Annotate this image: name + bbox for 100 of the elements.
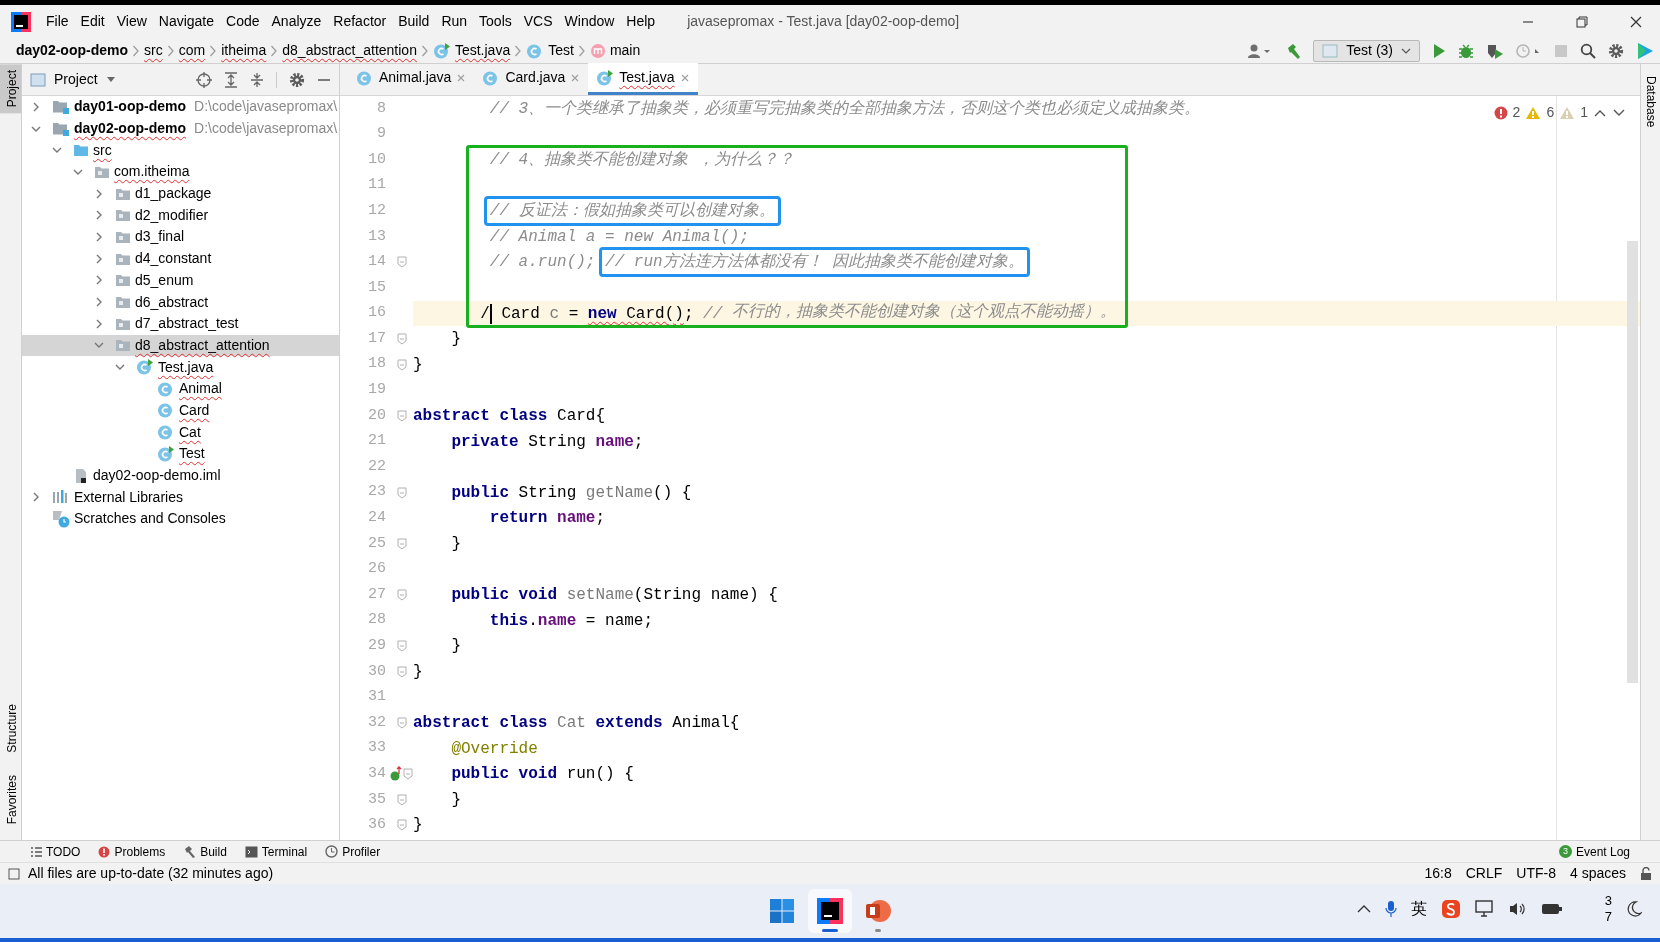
chevron-icon: [514, 43, 523, 58]
menu-item[interactable]: Refactor: [327, 11, 393, 32]
caret-position[interactable]: 16:8: [1424, 863, 1452, 884]
class-icon: [157, 402, 175, 419]
status-message: All files are up-to-date (32 minutes ago): [28, 864, 274, 883]
tree-item[interactable]: src: [22, 139, 339, 162]
tree-item[interactable]: d4_constant: [22, 247, 339, 270]
search-icon[interactable]: [1580, 42, 1596, 59]
line-separator[interactable]: CRLF: [1465, 863, 1503, 884]
line-number: 13: [367, 226, 387, 247]
tree-item[interactable]: d8_abstract_attention: [22, 334, 339, 357]
breadcrumb[interactable]: main: [589, 40, 641, 61]
menu-item[interactable]: View: [110, 11, 153, 32]
view-selector[interactable]: Project: [30, 69, 116, 90]
locate-icon[interactable]: [196, 71, 212, 88]
editor-tab[interactable]: Animal.java: [348, 63, 475, 95]
tree-item[interactable]: day01-oop-demo D:\code\javasepromax\: [22, 96, 339, 118]
tree-item[interactable]: Animal: [22, 377, 339, 400]
coverage-icon[interactable]: [1486, 42, 1504, 59]
tree-item[interactable]: d6_abstract: [22, 291, 339, 313]
override-icon[interactable]: [390, 766, 402, 783]
breadcrumb[interactable]: src: [144, 40, 163, 61]
run-configuration-dropdown[interactable]: Test (3): [1313, 39, 1420, 62]
tree-item[interactable]: com.itheima: [22, 161, 339, 183]
tool-window-button[interactable]: TODO: [30, 842, 81, 861]
expand-all-icon[interactable]: [224, 71, 238, 88]
chevron-down-icon[interactable]: [1612, 107, 1626, 118]
input-method-indicator[interactable]: 英: [1410, 897, 1427, 921]
menu-item[interactable]: Code: [220, 11, 266, 32]
chevron-icon: [166, 43, 175, 58]
tool-window-button[interactable]: Profiler: [325, 842, 381, 861]
line-number: 27: [367, 584, 387, 605]
plugin-logo-icon[interactable]: [1636, 41, 1654, 60]
tree-item[interactable]: d3_final: [22, 226, 339, 248]
menu-item[interactable]: Window: [558, 11, 621, 32]
scrollbar-thumb[interactable]: [1627, 241, 1638, 683]
tree-item[interactable]: External Libraries: [22, 486, 339, 509]
breadcrumb[interactable]: itheima: [221, 40, 267, 61]
tree-item[interactable]: Test.java: [22, 356, 339, 378]
line-number: 29: [367, 636, 387, 656]
restore-icon[interactable]: [1576, 15, 1588, 28]
tool-window-button[interactable]: Build: [183, 842, 227, 861]
bug-icon[interactable]: [1458, 42, 1474, 59]
indent-setting[interactable]: 4 spaces: [1569, 863, 1626, 884]
breadcrumb[interactable]: d8_abstract_attention: [282, 40, 417, 61]
event-log-button[interactable]: 3 Event Log: [1558, 842, 1630, 861]
chevron-up-icon[interactable]: [1356, 904, 1371, 914]
menu-item[interactable]: Build: [392, 11, 436, 32]
runnable-class-icon: [157, 445, 175, 462]
moon-icon[interactable]: [1626, 901, 1642, 917]
tool-window-tab[interactable]: Project: [0, 64, 21, 114]
runnable-class-icon: [136, 359, 154, 376]
collapse-all-icon[interactable]: [250, 71, 264, 88]
menu-item[interactable]: Help: [620, 11, 662, 32]
tool-window-button[interactable]: Terminal: [244, 842, 308, 861]
tool-window-tab[interactable]: Database: [1638, 70, 1660, 134]
tool-window-button[interactable]: Problems: [98, 842, 166, 861]
tree-item[interactable]: Cat: [22, 421, 339, 443]
tree-item[interactable]: Card: [22, 399, 339, 422]
tree-item[interactable]: d1_package: [22, 182, 339, 205]
tree-item[interactable]: d7_abstract_test: [22, 312, 339, 335]
tool-window-tab[interactable]: Favorites: [0, 768, 21, 830]
menu-item[interactable]: Tools: [473, 11, 518, 32]
code-text: }: [413, 815, 423, 837]
breadcrumb[interactable]: Test: [526, 40, 574, 61]
lock-icon[interactable]: [1640, 867, 1652, 880]
settings-icon[interactable]: [1608, 42, 1624, 59]
menu-item[interactable]: File: [40, 11, 75, 32]
editor-tab[interactable]: Test.java: [588, 63, 698, 95]
settings-icon[interactable]: [289, 71, 305, 88]
tree-item[interactable]: Test: [22, 443, 339, 465]
module-path: D:\code\javasepromax\: [194, 119, 338, 139]
tree-item[interactable]: d2_modifier: [22, 204, 339, 227]
file-encoding[interactable]: UTF-8: [1516, 863, 1556, 884]
tree-item[interactable]: day02-oop-demo.iml: [22, 464, 339, 487]
menu-item[interactable]: Analyze: [265, 11, 328, 32]
speaker-icon[interactable]: [1508, 901, 1527, 917]
close-icon[interactable]: [1630, 15, 1642, 28]
taskbar-app[interactable]: [808, 889, 852, 933]
battery-icon[interactable]: [1540, 902, 1563, 916]
monitor-icon[interactable]: [1474, 900, 1495, 918]
menu-item[interactable]: Edit: [74, 11, 111, 32]
breadcrumb[interactable]: com: [178, 40, 206, 61]
editor-tab[interactable]: Card.java: [474, 63, 589, 95]
hammer-icon[interactable]: [1285, 42, 1302, 59]
class-icon: [356, 69, 374, 86]
tool-window-tab[interactable]: Structure: [0, 697, 21, 759]
menu-item[interactable]: VCS: [517, 11, 559, 32]
breadcrumb[interactable]: Test.java: [432, 40, 511, 61]
run-icon[interactable]: [1432, 42, 1446, 59]
slides-icon: [864, 897, 892, 925]
microphone-icon[interactable]: [1384, 900, 1397, 918]
menu-item[interactable]: Run: [435, 11, 474, 32]
tree-item[interactable]: d5_enum: [22, 269, 339, 292]
breadcrumb[interactable]: day02-oop-demo: [16, 40, 128, 61]
app-tray-icon[interactable]: [1440, 899, 1461, 919]
menu-item[interactable]: Navigate: [152, 11, 221, 32]
tree-item[interactable]: day02-oop-demo D:\code\javasepromax\: [22, 117, 339, 140]
tree-item[interactable]: Scratches and Consoles: [22, 508, 339, 530]
status-icon[interactable]: [8, 867, 20, 880]
